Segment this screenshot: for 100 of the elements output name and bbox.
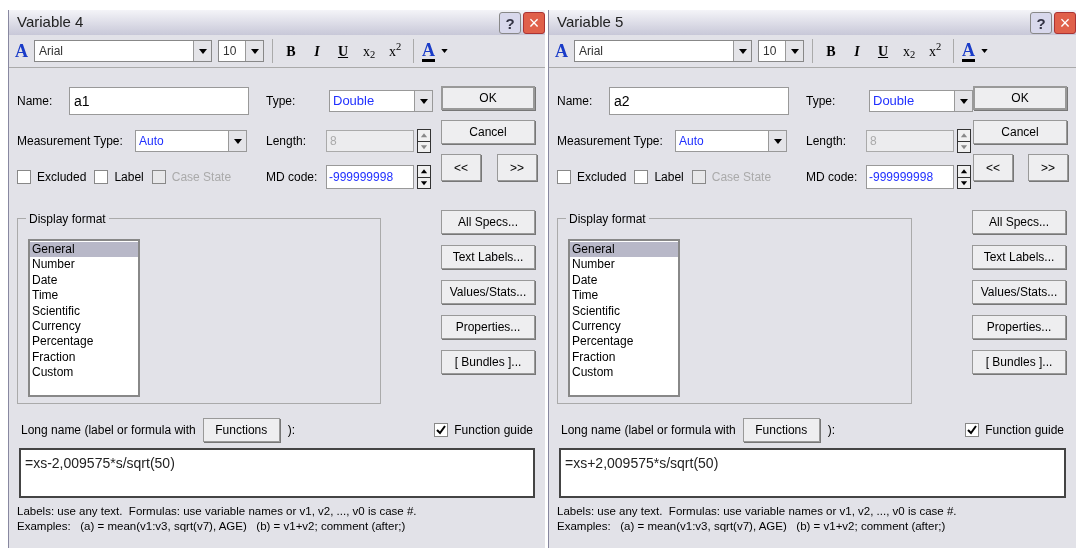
caret-icon[interactable] (441, 49, 448, 53)
close-button[interactable]: × (1054, 11, 1076, 34)
measurement-dropdown[interactable]: Auto (135, 130, 247, 152)
list-item[interactable]: Scientific (30, 303, 138, 319)
help-button[interactable]: ? (1030, 11, 1052, 34)
nav-button[interactable]: << (441, 154, 481, 181)
list-item[interactable]: Date (570, 272, 678, 289)
check-icon (436, 425, 447, 435)
md-code-field[interactable]: -999999998 (866, 165, 954, 189)
cancel-button[interactable]: Cancel (441, 120, 535, 144)
spin-buttons[interactable] (957, 129, 971, 153)
field-label: MD code: (806, 169, 859, 186)
format-button[interactable]: x$_{2}$ (899, 40, 919, 62)
font-dropdown[interactable]: Arial (34, 40, 212, 62)
checkbox-label: Case State (711, 169, 772, 186)
functions-button[interactable]: Functions (742, 418, 820, 442)
list-item[interactable]: Currency (30, 318, 138, 335)
list-item[interactable]: Number (570, 257, 678, 273)
font-dropdown[interactable]: Arial (574, 40, 752, 62)
spin-buttons[interactable] (417, 129, 431, 153)
dialog-button[interactable]: Text Labels... (972, 245, 1066, 269)
format-button[interactable]: B (281, 40, 301, 62)
size-dropdown[interactable]: 10 (758, 40, 804, 62)
name-field[interactable]: a2 (609, 87, 789, 115)
dialog-button[interactable]: Text Labels... (441, 245, 535, 269)
list-item[interactable]: Custom (30, 365, 138, 381)
type-dropdown[interactable]: Double (329, 90, 433, 112)
spin-buttons[interactable] (417, 165, 431, 189)
checkbox-label: Excluded (37, 169, 87, 186)
cancel-button[interactable]: Cancel (973, 120, 1067, 144)
caret-icon (250, 48, 259, 54)
font-icon[interactable]: A (555, 37, 568, 65)
size-dropdown[interactable]: 10 (218, 40, 264, 62)
list-item[interactable]: Time (30, 288, 138, 304)
dropdown-button[interactable] (785, 41, 803, 61)
dropdown-button[interactable] (228, 131, 246, 151)
close-button[interactable]: × (523, 11, 545, 34)
checkbox[interactable] (965, 423, 980, 437)
list-item[interactable]: Custom (570, 365, 678, 381)
format-button[interactable]: U (873, 40, 893, 62)
font-icon[interactable]: A (15, 37, 28, 65)
checkbox[interactable] (94, 170, 109, 184)
dialog-button[interactable]: Values/Stats... (441, 280, 535, 304)
list-item[interactable]: Date (30, 272, 138, 289)
spin-buttons[interactable] (957, 165, 971, 189)
help-button[interactable]: ? (499, 11, 521, 34)
nav-button[interactable]: >> (497, 154, 537, 181)
dropdown-button[interactable] (768, 131, 786, 151)
list-item[interactable]: Number (30, 257, 138, 273)
long-name-label: ): (287, 422, 296, 439)
md-code-field[interactable]: -999999998 (326, 165, 414, 189)
dialog-button[interactable]: Properties... (972, 315, 1066, 339)
list-item[interactable]: Fraction (570, 349, 678, 366)
list-item[interactable]: Scientific (570, 303, 678, 319)
formula-field[interactable]: =xs+2,009575*s/sqrt(50) (559, 448, 1066, 498)
ok-button[interactable]: OK (441, 86, 535, 110)
list-item[interactable]: Percentage (30, 334, 138, 350)
type-dropdown[interactable]: Double (869, 90, 973, 112)
format-button[interactable]: I (847, 40, 867, 62)
text-color-button[interactable]: A (962, 40, 975, 62)
nav-button[interactable]: << (973, 154, 1013, 181)
dropdown-button[interactable] (245, 41, 263, 61)
format-button[interactable]: B (821, 40, 841, 62)
dialog-button[interactable]: Properties... (441, 315, 535, 339)
dropdown-button[interactable] (193, 41, 211, 61)
dropdown-button[interactable] (954, 91, 972, 111)
text-color-button[interactable]: A (422, 40, 435, 62)
dialog-button[interactable]: All Specs... (441, 210, 535, 234)
ok-button[interactable]: OK (973, 86, 1067, 110)
down-arrow-icon (418, 176, 430, 188)
dialog-button[interactable]: [ Bundles ]... (441, 350, 535, 374)
field-label: MD code: (266, 169, 319, 186)
list-item[interactable]: General (570, 242, 678, 258)
measurement-dropdown[interactable]: Auto (675, 130, 787, 152)
list-item[interactable]: Fraction (30, 349, 138, 366)
dialog-button[interactable]: All Specs... (972, 210, 1066, 234)
format-button[interactable]: x$^{2}$ (385, 40, 405, 62)
checkbox[interactable] (634, 170, 649, 184)
dropdown-button[interactable] (414, 91, 432, 111)
nav-button[interactable]: >> (1028, 154, 1068, 181)
format-button[interactable]: U (333, 40, 353, 62)
checkbox[interactable] (557, 170, 571, 184)
format-button[interactable]: x$_{2}$ (359, 40, 379, 62)
dialog-button[interactable]: Values/Stats... (972, 280, 1066, 304)
list-item[interactable]: Percentage (570, 334, 678, 350)
functions-button[interactable]: Functions (202, 418, 280, 442)
dropdown-button[interactable] (733, 41, 751, 61)
formula-field[interactable]: =xs-2,009575*s/sqrt(50) (19, 448, 535, 498)
name-field[interactable]: a1 (69, 87, 249, 115)
list-item[interactable]: General (30, 242, 138, 258)
format-button[interactable]: I (307, 40, 327, 62)
format-button[interactable]: x$^{2}$ (925, 40, 945, 62)
checkbox-label: Function guide (985, 422, 1064, 439)
list-item[interactable]: Currency (570, 318, 678, 335)
caret-icon[interactable] (981, 49, 988, 53)
dialog-button[interactable]: [ Bundles ]... (972, 350, 1066, 374)
checkbox[interactable] (17, 170, 31, 184)
checkbox[interactable] (434, 423, 449, 437)
list-item[interactable]: Time (570, 288, 678, 304)
help-text: Labels: use any text. Formulas: use variable names or v1, v2, ..., v0 is case #. (17, 504, 418, 519)
